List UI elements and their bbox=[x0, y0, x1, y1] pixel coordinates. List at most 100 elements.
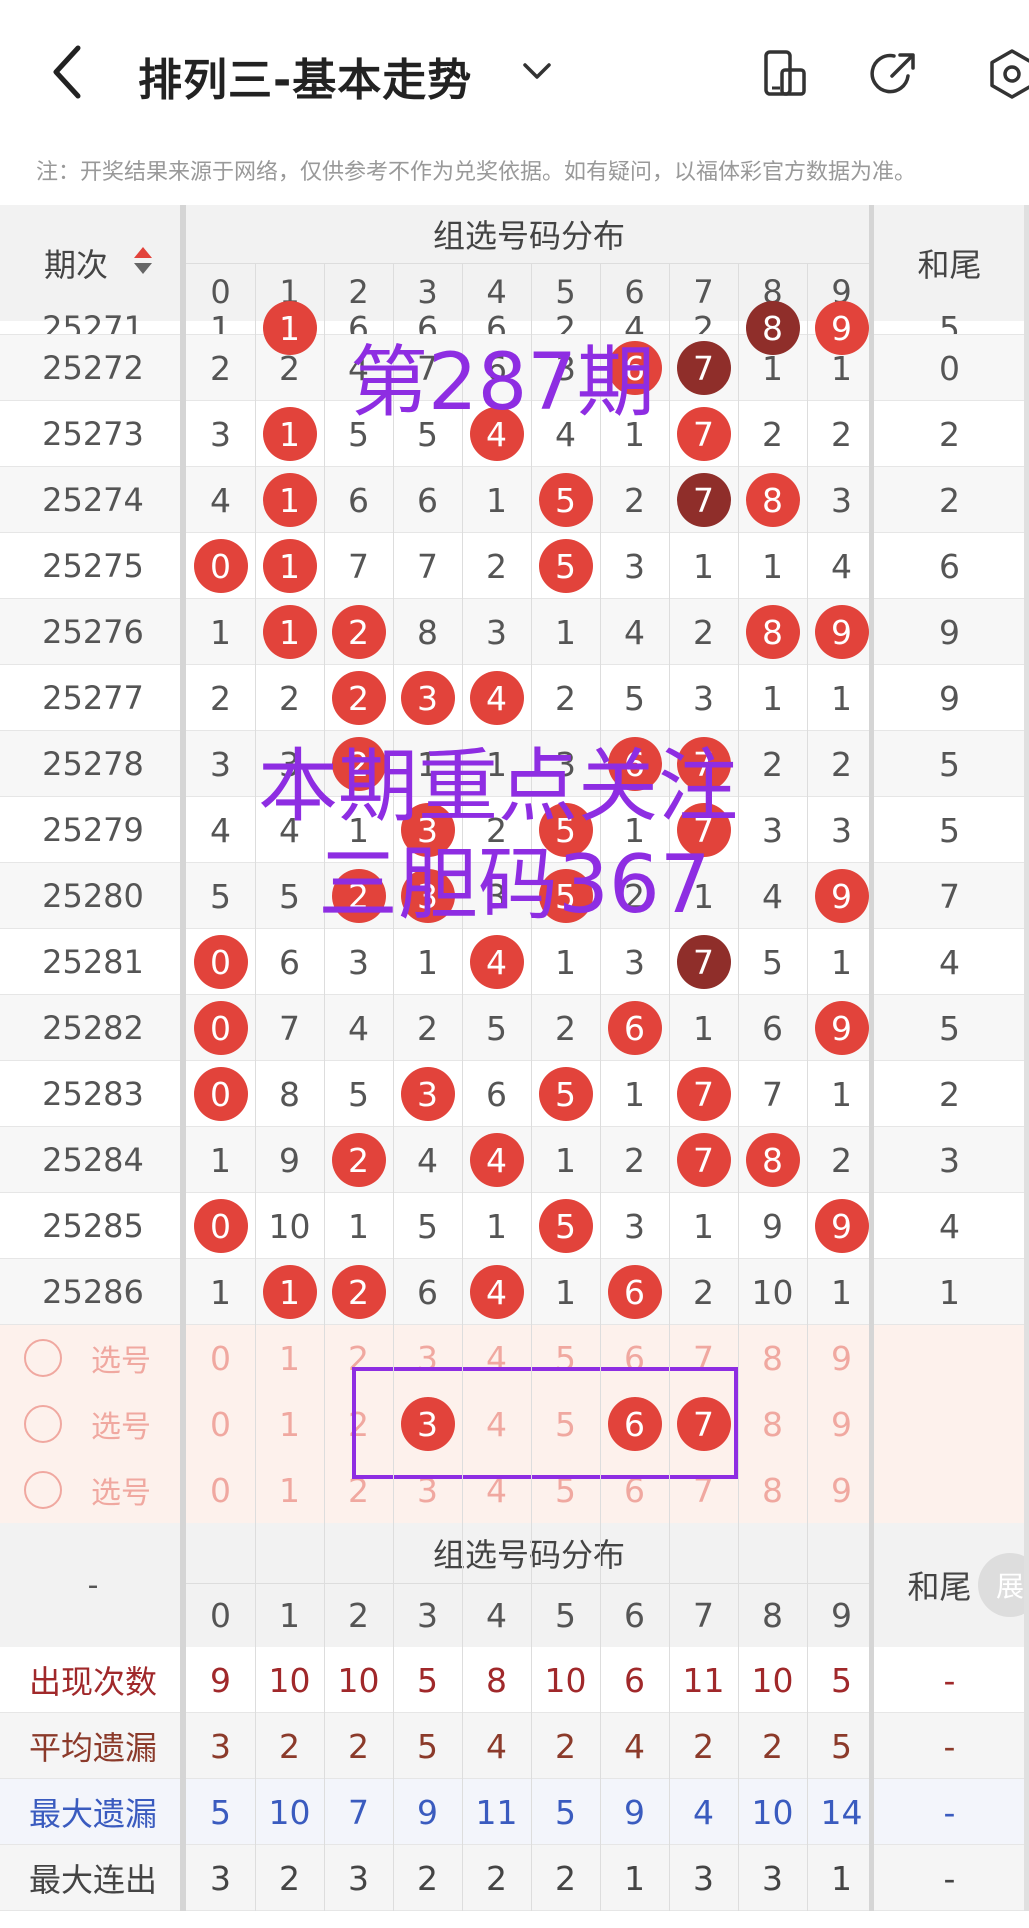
sort-up-icon[interactable] bbox=[134, 247, 152, 258]
sum-tail-cell: 2 bbox=[939, 480, 960, 520]
select-digit-9[interactable]: 9 bbox=[807, 1391, 876, 1457]
select-digit-8[interactable]: 8 bbox=[738, 1391, 807, 1457]
hit-ball-2: 2 bbox=[331, 671, 386, 725]
selected-ball-3: 3 bbox=[400, 1397, 455, 1451]
hit-ball-9: 9 bbox=[814, 869, 869, 923]
chevron-down-icon[interactable] bbox=[520, 54, 554, 88]
omission-cell: 2 bbox=[555, 1008, 576, 1048]
omission-cell: 3 bbox=[762, 810, 783, 850]
select-radio[interactable] bbox=[24, 1339, 62, 1377]
select-radio[interactable] bbox=[24, 1471, 62, 1509]
omission-cell: 7 bbox=[417, 546, 438, 586]
hit-ball-1: 1 bbox=[262, 539, 317, 593]
omission-cell: 4 bbox=[348, 348, 369, 388]
omission-cell: 3 bbox=[279, 744, 300, 784]
hit-ball-3: 3 bbox=[400, 1067, 455, 1121]
selected-ball-6: 6 bbox=[607, 1397, 662, 1451]
sum-tail-cell: 5 bbox=[939, 744, 960, 784]
stats-sum-value: - bbox=[943, 1660, 956, 1700]
period-column-header: 期次 bbox=[43, 246, 108, 284]
omission-cell: 2 bbox=[693, 1272, 714, 1312]
period-cell: 25273 bbox=[42, 415, 144, 453]
sort-down-icon[interactable] bbox=[134, 263, 152, 274]
omission-cell: 1 bbox=[210, 612, 231, 652]
omission-cell: 2 bbox=[624, 876, 645, 916]
page-title: 排列三-基本走势 bbox=[138, 55, 473, 106]
period-cell: 25276 bbox=[42, 613, 144, 651]
omission-cell: 1 bbox=[210, 1272, 231, 1312]
omission-cell: 10 bbox=[268, 1206, 311, 1246]
back-arrow-icon[interactable] bbox=[48, 42, 88, 102]
column-divider bbox=[600, 263, 601, 1911]
omission-cell: 4 bbox=[624, 612, 645, 652]
omission-cell: 2 bbox=[555, 308, 576, 348]
omission-cell: 3 bbox=[624, 942, 645, 982]
hit-ball-7: 7 bbox=[676, 473, 731, 527]
share-icon[interactable] bbox=[868, 48, 920, 100]
stats-group-header: 组选号码分布 bbox=[432, 1536, 625, 1574]
select-digit-0[interactable]: 0 bbox=[186, 1457, 255, 1523]
select-digit-0[interactable]: 0 bbox=[186, 1391, 255, 1457]
omission-cell: 5 bbox=[348, 414, 369, 454]
column-divider bbox=[669, 263, 670, 1911]
omission-cell: 4 bbox=[279, 810, 300, 850]
hit-ball-0: 0 bbox=[193, 1067, 248, 1121]
select-digit-1[interactable]: 1 bbox=[255, 1325, 324, 1391]
omission-cell: 5 bbox=[279, 876, 300, 916]
hit-ball-1: 1 bbox=[262, 1265, 317, 1319]
stats-value: 5 bbox=[555, 1792, 576, 1832]
stats-value: 9 bbox=[210, 1660, 231, 1700]
stats-value: 10 bbox=[268, 1660, 311, 1700]
stats-value: 3 bbox=[693, 1858, 714, 1898]
select-digit-9[interactable]: 9 bbox=[807, 1457, 876, 1523]
omission-cell: 1 bbox=[831, 678, 852, 718]
select-digit-8[interactable]: 8 bbox=[738, 1325, 807, 1391]
hit-ball-2: 2 bbox=[331, 605, 386, 659]
select-digit-8[interactable]: 8 bbox=[738, 1457, 807, 1523]
omission-cell: 6 bbox=[417, 308, 438, 348]
hit-ball-9: 9 bbox=[814, 1199, 869, 1253]
omission-cell: 1 bbox=[831, 1074, 852, 1114]
omission-cell: 2 bbox=[486, 546, 507, 586]
period-cell: 25277 bbox=[42, 679, 144, 717]
stats-value: 10 bbox=[544, 1660, 587, 1700]
omission-cell: 3 bbox=[486, 876, 507, 916]
select-digit-1[interactable]: 1 bbox=[255, 1457, 324, 1523]
omission-cell: 7 bbox=[348, 546, 369, 586]
select-digit-0[interactable]: 0 bbox=[186, 1325, 255, 1391]
stats-value: 10 bbox=[268, 1792, 311, 1832]
omission-cell: 2 bbox=[624, 1140, 645, 1180]
hit-ball-2: 2 bbox=[331, 869, 386, 923]
hit-ball-7: 7 bbox=[676, 1133, 731, 1187]
omission-cell: 1 bbox=[486, 480, 507, 520]
sum-separator bbox=[869, 205, 874, 1911]
omission-cell: 2 bbox=[831, 1140, 852, 1180]
stats-value: 9 bbox=[417, 1792, 438, 1832]
stats-digit-header-0: 0 bbox=[210, 1595, 231, 1635]
omission-cell: 1 bbox=[555, 1272, 576, 1312]
select-digit-1[interactable]: 1 bbox=[255, 1391, 324, 1457]
stats-value: 9 bbox=[624, 1792, 645, 1832]
omission-cell: 2 bbox=[555, 678, 576, 718]
settings-gear-icon[interactable] bbox=[986, 48, 1029, 100]
select-radio[interactable] bbox=[24, 1405, 62, 1443]
select-digit-9[interactable]: 9 bbox=[807, 1325, 876, 1391]
omission-cell: 6 bbox=[486, 308, 507, 348]
omission-cell: 5 bbox=[762, 942, 783, 982]
omission-cell: 1 bbox=[555, 1140, 576, 1180]
omission-cell: 5 bbox=[486, 1008, 507, 1048]
stats-digit-header-9: 9 bbox=[831, 1595, 852, 1635]
stats-value: 4 bbox=[624, 1726, 645, 1766]
omission-cell: 4 bbox=[555, 414, 576, 454]
device-icon[interactable] bbox=[758, 48, 810, 100]
omission-cell: 1 bbox=[417, 744, 438, 784]
omission-cell: 5 bbox=[417, 1206, 438, 1246]
omission-cell: 2 bbox=[279, 678, 300, 718]
stats-sum-value: - bbox=[943, 1726, 956, 1766]
period-cell: 25280 bbox=[42, 877, 144, 915]
stats-value: 2 bbox=[279, 1726, 300, 1766]
omission-cell: 5 bbox=[624, 678, 645, 718]
omission-cell: 1 bbox=[762, 678, 783, 718]
period-cell: 25283 bbox=[42, 1075, 144, 1113]
stats-value: 11 bbox=[475, 1792, 518, 1832]
